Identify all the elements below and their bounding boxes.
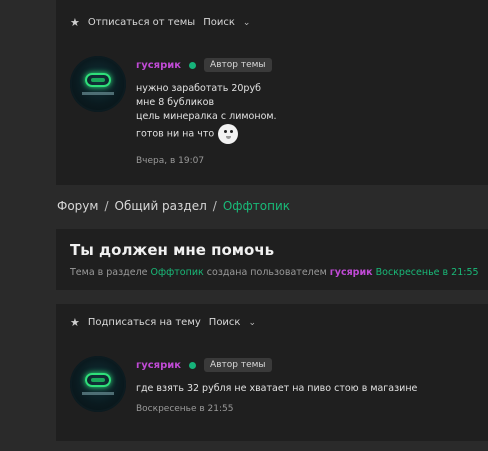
chevron-down-icon[interactable]: ⌄: [248, 318, 256, 328]
post-time[interactable]: Воскресенье в 21:55: [136, 404, 234, 414]
post-body: где взять 32 рубля не хватает на пиво ст…: [136, 383, 418, 394]
avatar-caption: [82, 92, 114, 95]
online-status-icon: [189, 61, 197, 69]
thread-date[interactable]: Воскресенье в 21:55: [376, 267, 479, 278]
logo-icon: [85, 373, 111, 387]
emoji-icon: [218, 124, 239, 144]
thread-header: Ты должен мне помочь Тема в разделе Оффт…: [56, 229, 488, 290]
chevron-down-icon[interactable]: ⌄: [243, 18, 251, 28]
breadcrumb-current[interactable]: Оффтопик: [223, 199, 290, 213]
breadcrumb: Форум / Общий раздел / Оффтопик: [57, 199, 290, 213]
search-button[interactable]: Поиск: [209, 317, 241, 328]
second-post-card: ★ Подписаться на тему Поиск ⌄ гусярик Ав…: [56, 304, 488, 441]
post-meta: гусярик Автор темы: [136, 358, 272, 372]
post-meta: гусярик Автор темы: [136, 58, 272, 72]
section-link[interactable]: Оффтопик: [151, 267, 204, 278]
online-status-icon: [189, 361, 197, 369]
username-link[interactable]: гусярик: [136, 360, 181, 371]
author-link[interactable]: гусярик: [330, 267, 373, 278]
post-time[interactable]: Вчера, в 19:07: [136, 156, 204, 166]
post-body: нужно заработать 20руб мне 8 бубликов це…: [136, 82, 277, 144]
thread-toolbar: ★ Отписаться от темы Поиск ⌄: [70, 16, 250, 29]
author-badge: Автор темы: [204, 58, 272, 72]
subscribe-button[interactable]: Подписаться на тему: [88, 317, 201, 328]
username-link[interactable]: гусярик: [136, 60, 181, 71]
author-badge: Автор темы: [204, 358, 272, 372]
breadcrumb-section[interactable]: Общий раздел: [115, 199, 207, 213]
star-icon[interactable]: ★: [70, 316, 80, 329]
post-line: готов ни на что: [136, 124, 277, 144]
first-post-card: ★ Отписаться от темы Поиск ⌄ гусярик Авт…: [56, 0, 488, 185]
unsubscribe-button[interactable]: Отписаться от темы: [88, 17, 195, 28]
star-icon[interactable]: ★: [70, 16, 80, 29]
breadcrumb-separator: /: [104, 199, 109, 213]
avatar-caption: [82, 392, 114, 395]
logo-icon: [85, 73, 111, 87]
post-line: цель минералка с лимоном.: [136, 111, 277, 122]
breadcrumb-forum[interactable]: Форум: [57, 199, 98, 213]
thread-toolbar: ★ Подписаться на тему Поиск ⌄: [70, 316, 256, 329]
page-title: Ты должен мне помочь: [70, 241, 275, 259]
post-line: нужно заработать 20руб: [136, 83, 261, 94]
post-line: мне 8 бубликов: [136, 97, 215, 108]
breadcrumb-separator: /: [212, 199, 217, 213]
search-button[interactable]: Поиск: [203, 17, 235, 28]
avatar[interactable]: [70, 56, 126, 112]
avatar[interactable]: [70, 356, 126, 412]
thread-description: Тема в разделе Оффтопик создана пользова…: [70, 267, 479, 278]
